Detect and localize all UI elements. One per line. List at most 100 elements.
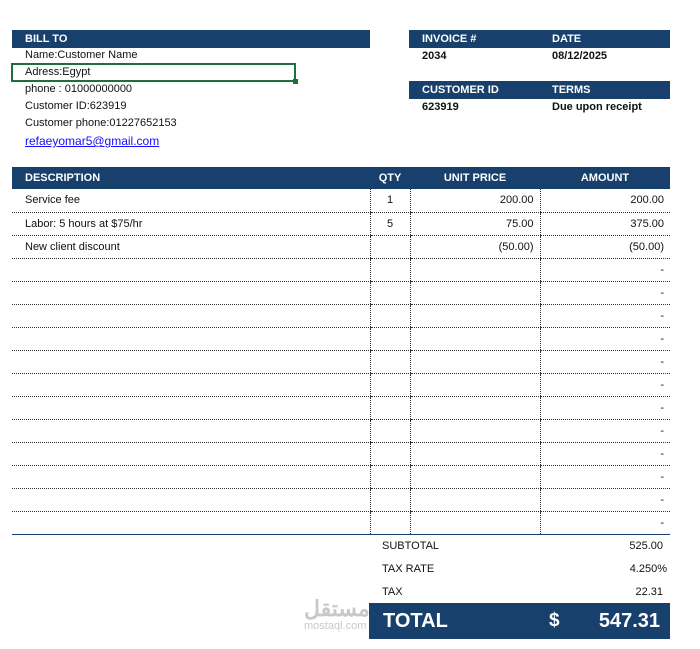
unit-price-cell[interactable] — [409, 327, 540, 351]
amount-cell[interactable]: - — [539, 488, 670, 512]
description-cell[interactable]: Service fee — [12, 189, 370, 213]
currency-symbol: $ — [549, 610, 560, 631]
total-label: TOTAL — [383, 610, 448, 632]
col-amount: AMOUNT — [540, 167, 670, 189]
customer-phone2[interactable]: Customer phone:01227652153 — [25, 117, 177, 129]
qty-cell[interactable] — [369, 281, 410, 305]
table-row: - — [12, 465, 670, 489]
tax-rate-value[interactable]: 4.250% — [630, 563, 667, 575]
description-cell[interactable] — [12, 465, 370, 489]
description-cell[interactable]: Labor: 5 hours at $75/hr — [12, 212, 370, 236]
terms-label: TERMS — [552, 84, 591, 96]
description-cell[interactable] — [12, 442, 370, 466]
amount-cell[interactable]: - — [539, 511, 670, 535]
table-row: - — [12, 419, 670, 443]
amount-cell[interactable]: - — [539, 442, 670, 466]
amount-cell[interactable]: - — [539, 304, 670, 328]
qty-cell[interactable] — [369, 235, 410, 259]
unit-price-cell[interactable] — [409, 488, 540, 512]
qty-cell[interactable]: 1 — [369, 189, 410, 213]
unit-price-cell[interactable]: 75.00 — [409, 212, 540, 236]
watermark-logo: مستقل mostaql.com — [304, 596, 370, 633]
email-link[interactable]: refaeyomar5@gmail.com — [25, 134, 159, 148]
qty-cell[interactable] — [369, 419, 410, 443]
unit-price-cell[interactable] — [409, 442, 540, 466]
amount-cell[interactable]: - — [539, 419, 670, 443]
selected-cell[interactable] — [11, 63, 298, 84]
description-cell[interactable] — [12, 327, 370, 351]
table-row: - — [12, 442, 670, 466]
amount-cell[interactable]: - — [539, 465, 670, 489]
table-row: - — [12, 396, 670, 420]
table-row: - — [12, 281, 670, 305]
customer-phone-line[interactable]: phone : 01000000000 — [25, 83, 132, 95]
description-cell[interactable] — [12, 488, 370, 512]
unit-price-cell[interactable] — [409, 465, 540, 489]
unit-price-cell[interactable] — [409, 396, 540, 420]
unit-price-cell[interactable] — [409, 258, 540, 282]
amount-cell[interactable]: 200.00 — [539, 189, 670, 213]
qty-cell[interactable] — [369, 442, 410, 466]
terms-value[interactable]: Due upon receipt — [552, 101, 642, 113]
unit-price-cell[interactable] — [409, 373, 540, 397]
qty-cell[interactable] — [369, 373, 410, 397]
table-row: Service fee 1 200.00 200.00 — [12, 189, 670, 213]
table-row: Labor: 5 hours at $75/hr 5 75.00 375.00 — [12, 212, 670, 236]
amount-cell[interactable]: - — [539, 396, 670, 420]
qty-cell[interactable] — [369, 350, 410, 374]
qty-cell[interactable] — [369, 488, 410, 512]
tax-rate-label: TAX RATE — [382, 563, 435, 575]
table-row: New client discount (50.00) (50.00) — [12, 235, 670, 259]
table-row: - — [12, 488, 670, 512]
table-row: - — [12, 327, 670, 351]
tax-label: TAX — [382, 586, 403, 598]
amount-cell[interactable]: - — [539, 373, 670, 397]
customer-name[interactable]: Name:Customer Name — [25, 49, 137, 61]
col-description: DESCRIPTION — [12, 167, 370, 189]
amount-cell[interactable]: - — [539, 327, 670, 351]
description-cell[interactable]: New client discount — [12, 235, 370, 259]
unit-price-cell[interactable] — [409, 419, 540, 443]
total-value: 547.31 — [598, 610, 660, 632]
customer-id-label: CUSTOMER ID — [422, 84, 499, 96]
invoice-date[interactable]: 08/12/2025 — [552, 50, 607, 62]
qty-cell[interactable] — [369, 396, 410, 420]
bill-to-header: BILL TO — [12, 30, 370, 48]
table-row: - — [12, 350, 670, 374]
subtotal-value: 525.00 — [629, 540, 663, 552]
amount-cell[interactable]: - — [539, 350, 670, 374]
unit-price-cell[interactable] — [409, 281, 540, 305]
unit-price-cell[interactable]: (50.00) — [409, 235, 540, 259]
qty-cell[interactable] — [369, 511, 410, 535]
description-cell[interactable] — [12, 511, 370, 535]
description-cell[interactable] — [12, 419, 370, 443]
qty-cell[interactable] — [369, 465, 410, 489]
amount-cell[interactable]: (50.00) — [539, 235, 670, 259]
qty-cell[interactable] — [369, 258, 410, 282]
qty-cell[interactable] — [369, 327, 410, 351]
amount-cell[interactable]: - — [539, 258, 670, 282]
customer-id-value[interactable]: 623919 — [422, 101, 459, 113]
description-cell[interactable] — [12, 350, 370, 374]
description-cell[interactable] — [12, 373, 370, 397]
line-items-table: DESCRIPTION QTY UNIT PRICE AMOUNT Servic… — [12, 167, 670, 535]
unit-price-cell[interactable] — [409, 350, 540, 374]
description-cell[interactable] — [12, 258, 370, 282]
description-cell[interactable] — [12, 281, 370, 305]
unit-price-cell[interactable] — [409, 304, 540, 328]
table-row: - — [12, 511, 670, 535]
table-row: - — [12, 304, 670, 328]
invoice-label: INVOICE # — [422, 33, 477, 45]
unit-price-cell[interactable] — [409, 511, 540, 535]
amount-cell[interactable]: 375.00 — [539, 212, 670, 236]
col-unit-price: UNIT PRICE — [410, 167, 540, 189]
unit-price-cell[interactable]: 200.00 — [409, 189, 540, 213]
qty-cell[interactable] — [369, 304, 410, 328]
customer-id-line[interactable]: Customer ID:623919 — [25, 100, 127, 112]
amount-cell[interactable]: - — [539, 281, 670, 305]
subtotal-label: SUBTOTAL — [382, 540, 440, 552]
qty-cell[interactable]: 5 — [369, 212, 410, 236]
description-cell[interactable] — [12, 396, 370, 420]
description-cell[interactable] — [12, 304, 370, 328]
invoice-number[interactable]: 2034 — [422, 50, 446, 62]
